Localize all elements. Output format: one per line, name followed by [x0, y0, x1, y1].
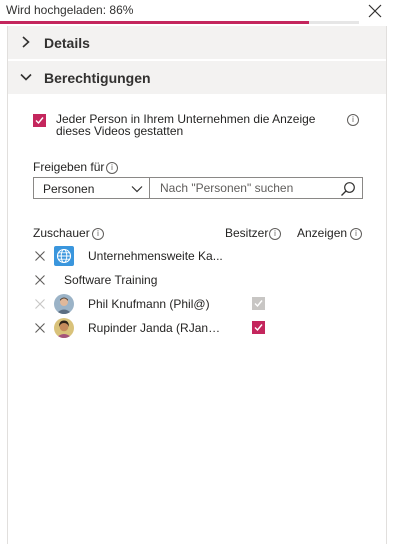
remove-icon	[35, 299, 45, 309]
allow-org-label: Jeder Person in Ihrem Unternehmen die An…	[56, 112, 316, 138]
owner-checkbox[interactable]	[252, 321, 265, 334]
info-icon[interactable]: i	[269, 228, 281, 240]
chevron-down-icon	[20, 73, 32, 81]
view-column-header: Anzeigen	[297, 226, 348, 240]
share-type-value: Personen	[43, 182, 95, 196]
viewer-row: Unternehmensweite Ka...	[33, 245, 363, 267]
close-button[interactable]	[365, 1, 385, 21]
chevron-right-icon	[22, 36, 30, 48]
settings-panel: Details Berechtigungen Jeder Person in I…	[7, 26, 387, 544]
avatar	[54, 294, 74, 314]
viewer-row: Phil Knufmann (Phil@)	[33, 293, 363, 315]
details-title: Details	[44, 34, 90, 51]
upload-progress-track	[0, 21, 359, 24]
owner-checkbox	[252, 297, 265, 310]
viewer-row: Software Training	[33, 269, 363, 291]
chevron-down-icon	[131, 186, 143, 193]
upload-bar: Wird hochgeladen: 86%	[0, 0, 395, 24]
viewer-row: Rupinder Janda (RJanda...	[33, 317, 363, 339]
details-section-header[interactable]: Details	[8, 26, 386, 59]
upload-status-text: Wird hochgeladen: 86%	[6, 3, 134, 17]
viewer-name: Software Training	[64, 273, 158, 287]
viewer-name: Unternehmensweite Ka...	[88, 249, 223, 263]
owner-column-header: Besitzer	[225, 226, 269, 240]
info-icon[interactable]: i	[106, 162, 118, 174]
permissions-section-header[interactable]: Berechtigungen	[8, 61, 386, 94]
remove-icon[interactable]	[35, 251, 45, 261]
people-search-input[interactable]	[150, 178, 335, 198]
upload-progress-fill	[0, 21, 309, 24]
avatar	[54, 318, 74, 338]
globe-icon	[54, 246, 74, 266]
info-icon[interactable]: i	[92, 228, 104, 240]
viewer-name: Rupinder Janda (RJanda...	[88, 321, 223, 335]
share-type-select[interactable]: Personen	[33, 177, 150, 199]
permissions-title: Berechtigungen	[44, 69, 151, 86]
viewer-name: Phil Knufmann (Phil@)	[88, 297, 210, 311]
checkmark-icon	[35, 117, 44, 125]
checkmark-icon	[254, 324, 263, 332]
allow-org-checkbox[interactable]	[33, 114, 46, 127]
checkmark-icon	[254, 300, 263, 308]
remove-icon[interactable]	[35, 275, 45, 285]
people-search-box	[149, 177, 363, 199]
remove-icon[interactable]	[35, 323, 45, 333]
info-icon[interactable]: i	[347, 114, 359, 126]
info-icon[interactable]: i	[350, 228, 362, 240]
search-icon[interactable]	[340, 181, 356, 197]
close-icon	[368, 4, 382, 18]
viewer-column-header: Zuschauer	[33, 226, 90, 240]
share-for-label: Freigeben für	[33, 160, 105, 174]
